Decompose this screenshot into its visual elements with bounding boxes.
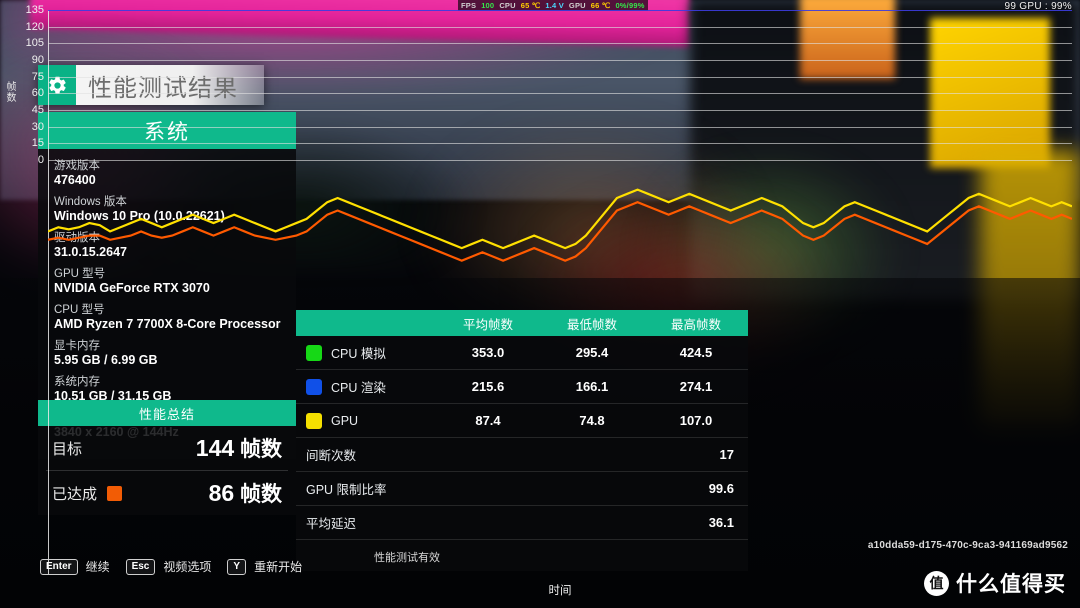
- stats-column-header: 最高帧数: [670, 317, 721, 332]
- chart-y-tick: 105: [25, 37, 44, 50]
- benchmark-run-id: a10dda59-d175-470c-9ca3-941169ad9562: [867, 540, 1068, 551]
- key-hints: Enter 继续 Esc 视频选项 Y 重新开始: [40, 558, 310, 575]
- table-row: CPU 模拟 353.0 295.4 424.5: [296, 336, 748, 370]
- stats-extra-rows: 间断次数 17 GPU 限制比率 99.6 平均延迟 36.1: [296, 438, 748, 540]
- watermark: 值 什么值得买: [924, 568, 1066, 598]
- chart-y-tick: 45: [31, 104, 44, 116]
- table-row: 间断次数 17: [296, 438, 748, 472]
- stats-cell-max: 274.1: [679, 379, 713, 394]
- stats-cell-max: 424.5: [679, 345, 713, 360]
- chart-y-tick: 135: [25, 4, 44, 16]
- stats-column-header: 平均帧数: [462, 317, 513, 332]
- chart-y-tick: 60: [31, 87, 44, 100]
- stats-row-name-cell: CPU 渲染: [296, 377, 436, 396]
- stats-cell-min: 295.4: [575, 345, 609, 360]
- fps-chart-panel: 帧数 0 15 30 45 60 75 90 105 120 135 时间: [0, 0, 1072, 597]
- stats-row-label: GPU: [331, 413, 359, 428]
- chart-line-gpu-min: [48, 202, 1072, 261]
- stats-row-value: 99.6: [708, 481, 734, 496]
- series-color-swatch: [306, 378, 322, 395]
- stats-cell-max: 107.0: [679, 413, 713, 428]
- stats-row-label: 间断次数: [306, 449, 357, 463]
- chart-y-axis-ticks: 0 15 30 45 60 75 90 105 120 135: [8, 0, 44, 608]
- series-color-swatch: [306, 412, 322, 429]
- table-row: 平均延迟 36.1: [296, 506, 748, 540]
- stats-row-value: 17: [719, 447, 734, 462]
- stats-table-header: 平均帧数 最低帧数 最高帧数: [296, 310, 748, 336]
- watermark-badge-icon: 值: [924, 570, 949, 596]
- chart-y-tick: 0: [37, 154, 44, 166]
- benchmark-stats-panel: 平均帧数 最低帧数 最高帧数 CPU 模拟 353.0 295.4 424.5 CPU 渲染…: [296, 310, 748, 571]
- stats-row-label: CPU 渲染: [331, 381, 386, 395]
- stats-row-value: 36.1: [708, 515, 734, 530]
- table-row: CPU 渲染 215.6 166.1 274.1: [296, 370, 748, 404]
- stats-cell-avg: 87.4: [475, 413, 501, 428]
- stats-table-body: CPU 模拟 353.0 295.4 424.5 CPU 渲染 215.6 166.1 274…: [296, 336, 748, 438]
- screen: FPS 100 CPU 65 ℃ 1.4 V GPU 66 ℃ 0%/99% 99 GPU :…: [0, 0, 1080, 608]
- chart-y-tick: 120: [25, 20, 44, 33]
- stats-row-name-cell: CPU 模拟: [296, 343, 436, 362]
- stats-row-label: 平均延迟: [306, 517, 357, 531]
- stats-cell-avg: 353.0: [471, 345, 505, 360]
- chart-y-tick: 15: [31, 137, 44, 150]
- stats-row-label: GPU 限制比率: [306, 483, 387, 497]
- table-row: GPU 87.4 74.8 107.0: [296, 404, 748, 438]
- key-action-label[interactable]: 重新开始: [254, 558, 302, 575]
- chart-x-axis-label: 时间: [548, 585, 572, 597]
- benchmark-valid-text: 性能测试有效: [374, 552, 440, 564]
- key-action-label[interactable]: 视频选项: [163, 558, 211, 575]
- stats-row-label: CPU 模拟: [331, 347, 386, 361]
- key-cap-enter[interactable]: Enter: [40, 558, 78, 575]
- chart-y-tick: 75: [31, 70, 44, 83]
- stats-cell-avg: 215.6: [471, 379, 505, 394]
- chart-y-tick: 90: [31, 54, 44, 66]
- stats-row-name-cell: GPU: [296, 412, 436, 429]
- watermark-text: 什么值得买: [956, 573, 1066, 596]
- series-color-swatch: [306, 344, 322, 361]
- table-row: GPU 限制比率 99.6: [296, 472, 748, 506]
- stats-column-header: 最低帧数: [566, 317, 617, 332]
- chart-y-tick: 30: [31, 120, 44, 133]
- stats-cell-min: 166.1: [575, 379, 609, 394]
- key-cap-y[interactable]: Y: [227, 558, 247, 575]
- key-action-label[interactable]: 继续: [86, 558, 110, 575]
- key-cap-esc[interactable]: Esc: [125, 558, 156, 575]
- stats-cell-min: 74.8: [579, 413, 605, 428]
